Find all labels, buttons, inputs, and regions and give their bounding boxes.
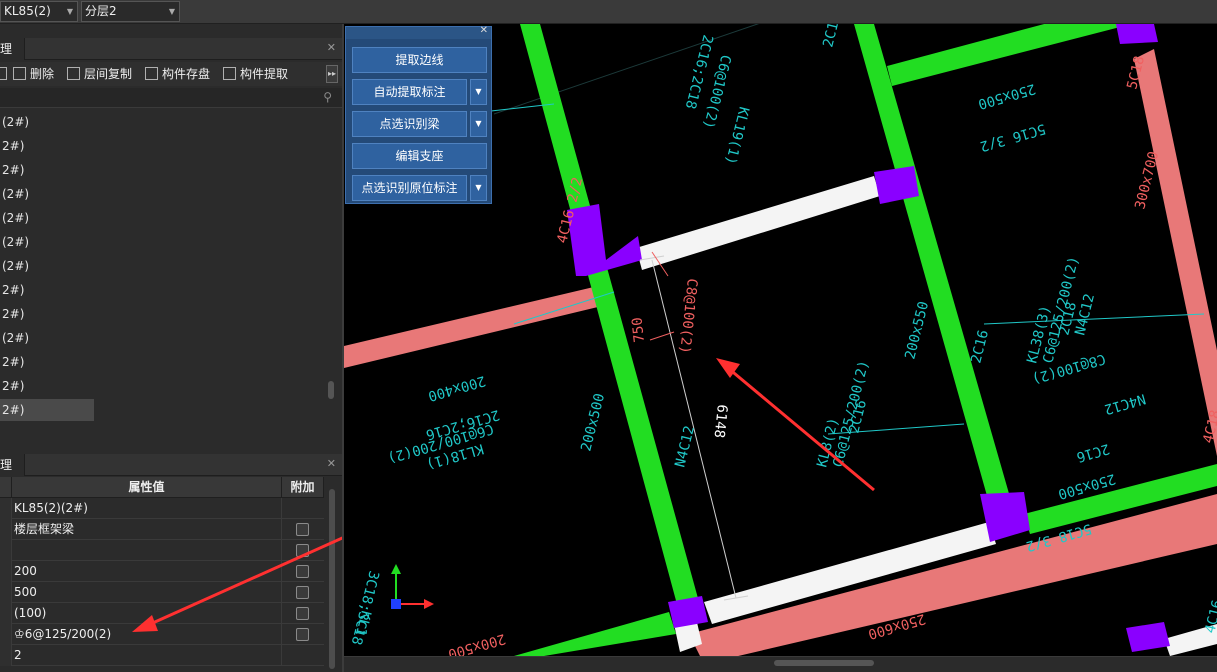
pick-origin-annotation-button[interactable]: 点选识别原位标注 [352,175,467,201]
close-icon[interactable]: ✕ [480,25,488,36]
beam-green[interactable] [514,612,676,656]
component-select[interactable]: KL85(2)(2#) ▼ [0,1,78,37]
beam-pink[interactable] [344,286,602,368]
canvas-horizontal-scrollbar[interactable] [344,656,1217,672]
dim-text: 6148 [710,404,729,439]
cad-text: 200x400 [426,372,487,404]
cad-text: 3C18;3C18 [348,569,382,646]
layer-select-value: 分层2 [85,4,117,18]
cad-text: KL19(1) [722,105,752,166]
scrollbar-thumb[interactable] [774,660,874,666]
cad-text: 2C16 [820,24,844,49]
dim-text: 750 [629,316,648,343]
extract-lines-button[interactable]: 提取边线 [352,47,487,73]
column-purple[interactable] [668,596,708,628]
top-bar: KL85(2)(2#) ▼ 分层2 ▼ [0,0,1217,37]
cad-text: 4C18 [1200,408,1217,445]
chevron-down-icon: ▼ [168,7,175,16]
auto-extract-button[interactable]: 自动提取标注 [352,79,467,105]
cad-text: 4C16 [1202,598,1217,635]
float-panel-header[interactable]: ✕ [346,25,491,39]
cad-text: N4C12 [672,424,698,469]
cad-text: 2C16 [1074,440,1111,465]
ucs-axis-icon [391,564,434,609]
cad-text: 2C16 [968,328,992,365]
cad-text: 5C16 3/2 [978,120,1047,154]
cad-text: N4C12 [1072,292,1098,337]
auto-extract-dropdown-icon[interactable]: ▼ [470,79,487,105]
edit-support-button[interactable]: 编辑支座 [352,143,487,169]
chevron-down-icon: ▼ [66,7,73,16]
cad-text: 200x500 [446,630,507,656]
left-panel: 理 ✕ 删除 层间复制 构件存盘 构件提取 ▸▸ ⚲ (2#) 2#) 2#) … [0,24,342,672]
pick-beam-button[interactable]: 点选识别梁 [352,111,467,137]
beam-white[interactable] [636,176,880,270]
annotation-arrow-left [132,536,342,632]
cad-text: 200x550 [902,300,932,361]
pick-beam-dropdown-icon[interactable]: ▼ [470,111,487,137]
column-purple[interactable] [1116,24,1158,44]
cad-text: N4C12 [1102,390,1147,417]
cad-text: 250x500 [976,80,1037,112]
column-purple[interactable] [1126,622,1170,652]
cad-text: 300x700 [1132,150,1162,211]
layer-select[interactable]: 分层2 ▼ [81,1,180,22]
cad-text: 200x500 [578,392,608,453]
identify-tools-panel: ✕ 提取边线 自动提取标注 ▼ 点选识别梁 ▼ 编辑支座 点选识别原位标注 ▼ [345,25,492,204]
column-purple[interactable] [567,204,642,276]
beam-green[interactable] [887,24,1124,86]
cad-text: C8@100(2) [676,278,700,355]
pick-origin-dropdown-icon[interactable]: ▼ [470,175,487,201]
